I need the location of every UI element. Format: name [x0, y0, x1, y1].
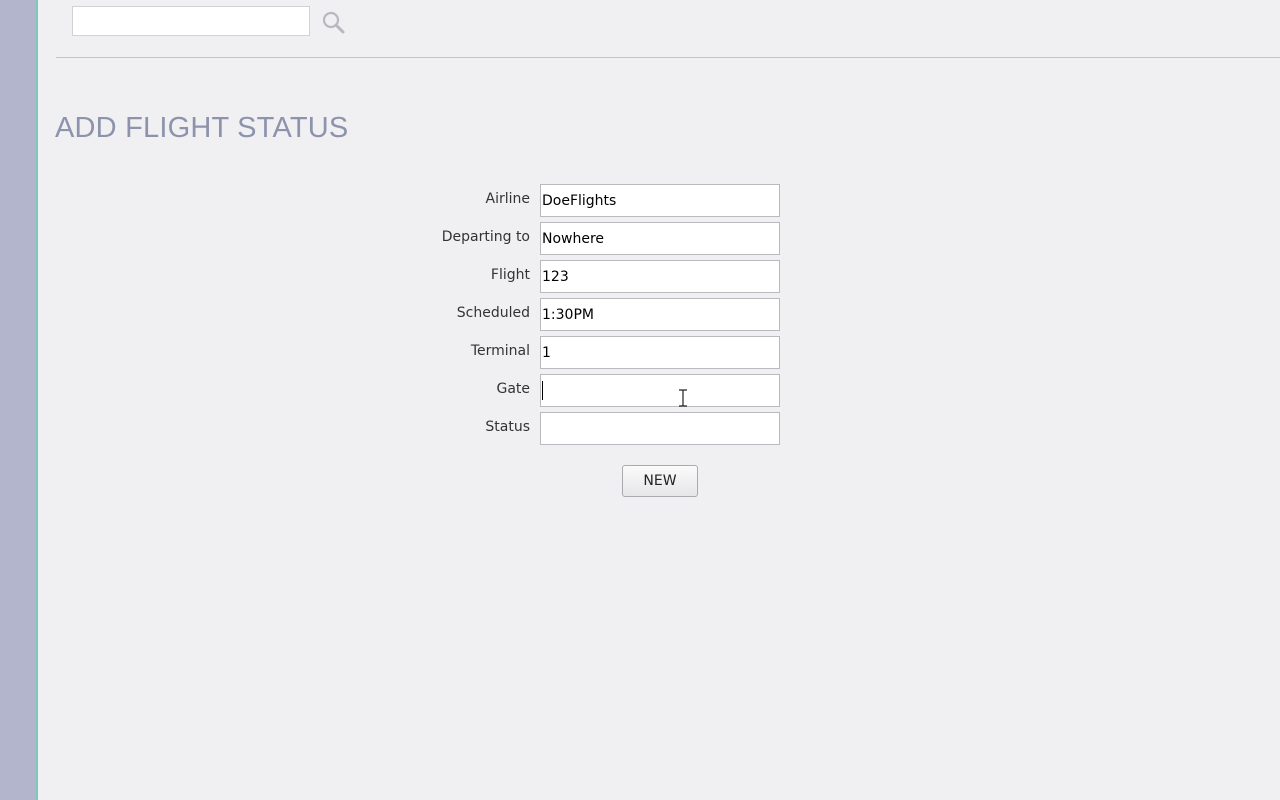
page-title: ADD FLIGHT STATUS: [55, 112, 349, 144]
departing-to-input[interactable]: [540, 222, 780, 255]
form-row-terminal: Terminal: [420, 336, 800, 374]
form-row-flight: Flight: [420, 260, 800, 298]
departing-to-label: Departing to: [441, 229, 530, 245]
text-cursor-icon: [678, 389, 688, 407]
flight-label: Flight: [490, 267, 530, 283]
terminal-label: Terminal: [470, 343, 530, 359]
header-divider: [56, 57, 1280, 58]
terminal-input[interactable]: [540, 336, 780, 369]
gate-input[interactable]: [540, 374, 780, 407]
new-button[interactable]: NEW: [622, 465, 698, 497]
status-label: Status: [485, 419, 530, 435]
flight-status-form: Airline Departing to Flight Scheduled Te…: [420, 184, 800, 450]
airline-input[interactable]: [540, 184, 780, 217]
text-caret: [542, 381, 543, 400]
sidebar: [0, 0, 36, 800]
airline-label: Airline: [485, 191, 531, 207]
form-row-airline: Airline: [420, 184, 800, 222]
flight-input[interactable]: [540, 260, 780, 293]
scheduled-input[interactable]: [540, 298, 780, 331]
scheduled-label: Scheduled: [456, 305, 530, 321]
sidebar-edge: [36, 0, 38, 800]
form-row-scheduled: Scheduled: [420, 298, 800, 336]
form-row-departing-to: Departing to: [420, 222, 800, 260]
search-input[interactable]: [72, 6, 310, 36]
form-row-status: Status: [420, 412, 800, 450]
form-row-gate: Gate: [420, 374, 800, 412]
status-input[interactable]: [540, 412, 780, 445]
gate-label: Gate: [496, 381, 530, 397]
search-icon[interactable]: [320, 9, 348, 37]
